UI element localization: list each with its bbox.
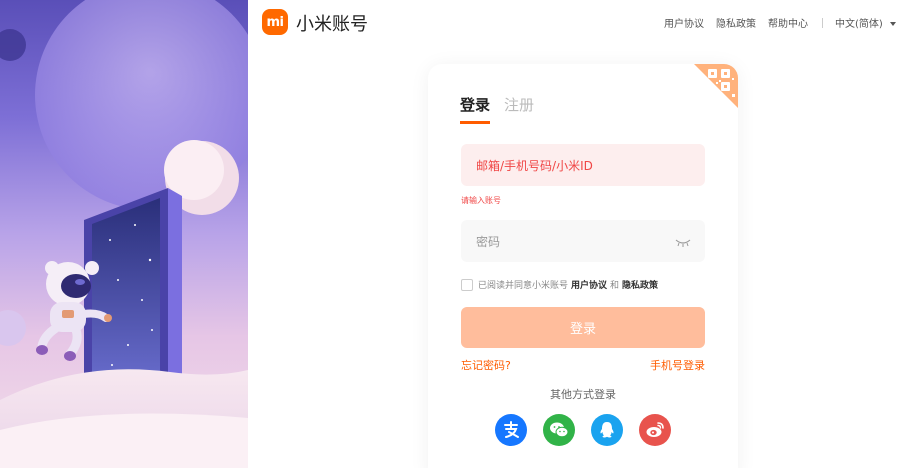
language-label: 中文(简体): [835, 19, 883, 30]
secondary-links: 忘记密码? 手机号登录: [461, 357, 705, 373]
tab-login[interactable]: 登录: [460, 94, 491, 124]
agreement-and: 和: [610, 281, 620, 291]
other-login-methods-label: 其他方式登录: [550, 388, 616, 401]
account-input[interactable]: 邮箱/手机号码/小米ID: [461, 144, 705, 186]
alipay-icon[interactable]: [495, 414, 527, 446]
login-card: 登录 注册 邮箱/手机号码/小米ID 请输入账号 密码 已阅读并同意小米账号 用…: [428, 64, 738, 468]
hero-illustration: [0, 0, 248, 468]
social-login-icons: [495, 414, 671, 446]
top-header: mi 小米账号 用户协议 隐私政策 帮助中心 中文(简体): [248, 0, 911, 44]
header-link-user-agreement[interactable]: 用户协议: [664, 15, 704, 30]
account-title: 小米账号: [296, 14, 368, 35]
language-selector[interactable]: 中文(简体): [835, 15, 896, 30]
agreement-row: 已阅读并同意小米账号 用户协议 和 隐私政策: [461, 278, 661, 291]
qq-icon[interactable]: [591, 414, 623, 446]
agreement-checkbox[interactable]: [461, 278, 473, 291]
login-button[interactable]: 登录: [461, 307, 705, 348]
header-link-privacy-policy[interactable]: 隐私政策: [716, 15, 756, 30]
forgot-password-link[interactable]: 忘记密码?: [461, 357, 511, 373]
password-input[interactable]: 密码: [461, 220, 705, 262]
tab-register[interactable]: 注册: [504, 94, 534, 124]
account-placeholder: 邮箱/手机号码/小米ID: [476, 158, 593, 173]
xiaomi-logo[interactable]: mi: [262, 9, 288, 35]
header-link-help-center[interactable]: 帮助中心: [768, 15, 808, 30]
phone-login-link[interactable]: 手机号登录: [650, 357, 705, 373]
header-links: 用户协议 隐私政策 帮助中心 中文(简体): [652, 15, 896, 30]
login-tabs: 登录 注册: [460, 94, 548, 124]
qr-code-icon: [694, 64, 738, 108]
weibo-icon[interactable]: [639, 414, 671, 446]
header-divider: [822, 17, 823, 28]
account-error-message: 请输入账号: [461, 196, 501, 205]
qr-code-login-icon[interactable]: [694, 64, 738, 108]
agreement-privacy-policy-link[interactable]: 隐私政策: [622, 278, 658, 291]
password-placeholder: 密码: [476, 234, 501, 249]
astronaut-door-artwork: [0, 0, 248, 468]
eye-closed-icon[interactable]: [675, 236, 691, 250]
chevron-down-icon: [890, 22, 896, 26]
agreement-prefix: 已阅读并同意小米账号: [478, 281, 569, 291]
agreement-user-agreement-link[interactable]: 用户协议: [571, 278, 607, 291]
wechat-icon[interactable]: [543, 414, 575, 446]
